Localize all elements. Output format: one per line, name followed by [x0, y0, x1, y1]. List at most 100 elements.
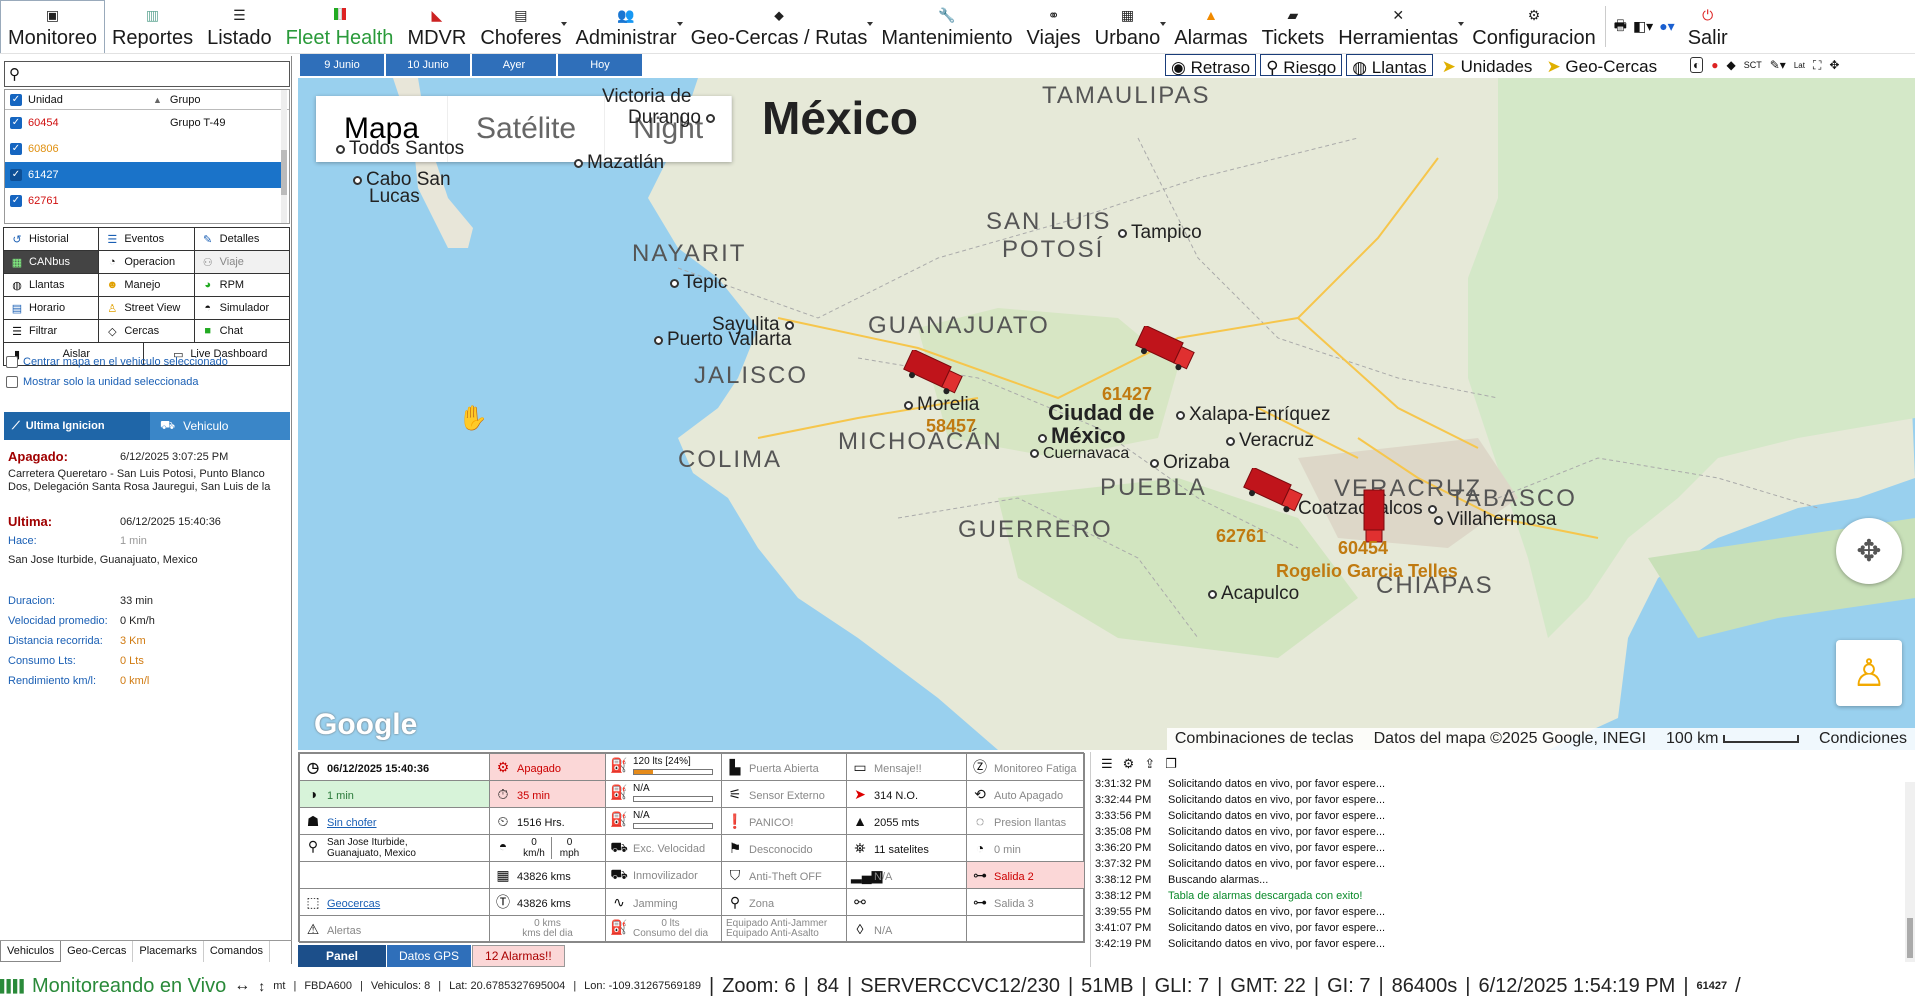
diamond-icon[interactable]: ◆	[1727, 58, 1736, 72]
horario-button[interactable]: ▤ Horario	[3, 296, 100, 320]
nav-choferes[interactable]: ▤ Choferes	[473, 0, 568, 53]
latlon-icon[interactable]: Lat	[1794, 61, 1805, 70]
nav-urbano[interactable]: ▦ Urbano	[1088, 0, 1168, 53]
signal-icon: ▂▄▆	[851, 866, 883, 883]
unit-row[interactable]: ✓ 60454 Grupo T-49	[5, 110, 289, 136]
nav-mdvr[interactable]: ◣ MDVR	[400, 0, 473, 53]
driver-link[interactable]: Sin chofer	[327, 817, 377, 829]
select-all-checkbox[interactable]: ✓	[10, 93, 22, 106]
nav-fleet-health[interactable]: Fleet Health	[279, 0, 401, 53]
terms-link[interactable]: Condiciones	[1819, 730, 1907, 748]
unit-search-input[interactable]: ⚲	[4, 61, 290, 87]
vehicle-label[interactable]: 58457	[926, 416, 976, 437]
unit-table-scrollbar[interactable]	[281, 90, 287, 223]
nav-viajes[interactable]: ⚭ Viajes	[1020, 0, 1088, 53]
map-view[interactable]: Mapa Satélite Night México TAMAULIPAS SA…	[298, 78, 1915, 750]
col-group-header[interactable]: Grupo	[170, 94, 201, 106]
streetview-button[interactable]: ♙ Street View	[98, 296, 195, 320]
center-map-option[interactable]: Centrar mapa en el vehiculo seleccionado	[6, 356, 228, 368]
move-icon[interactable]: ✥	[1829, 58, 1839, 72]
layout-icon[interactable]: ◧▾	[1633, 18, 1653, 35]
detalles-button[interactable]: ✎ Detalles	[193, 227, 290, 251]
help-icon[interactable]: ●▾	[1659, 18, 1674, 35]
tab-alarmas[interactable]: 12 Alarmas!!	[472, 945, 565, 967]
llantas-button[interactable]: ◍ Llantas	[3, 273, 100, 297]
record-icon[interactable]: ●	[1711, 58, 1718, 72]
geofences-link[interactable]: Geocercas	[327, 898, 380, 910]
tab-placemarks[interactable]: Placemarks	[133, 941, 204, 962]
map-pan-control[interactable]: ✥	[1836, 518, 1902, 584]
layer-llantas[interactable]: ◍ Llantas	[1346, 54, 1433, 76]
copy-icon[interactable]: ❐	[1165, 756, 1177, 772]
center-map-checkbox[interactable]	[6, 356, 18, 368]
viaje-button[interactable]: ⚇ Viaje	[193, 250, 290, 274]
street-view-pegman[interactable]: ♙	[1836, 640, 1902, 706]
unit-checkbox[interactable]: ✓	[10, 169, 22, 181]
satellite-icon[interactable]: SCT	[1744, 60, 1762, 70]
nav-mantenimiento[interactable]: 🔧 Mantenimiento	[874, 0, 1019, 53]
nav-alarmas[interactable]: ▲ Alarmas	[1167, 0, 1254, 53]
vehicle-label[interactable]: 62761	[1216, 526, 1266, 547]
nav-salir[interactable]: ⏻ Salir	[1681, 0, 1735, 53]
unit-row[interactable]: ✓ 60806	[5, 136, 289, 162]
truck-marker[interactable]	[898, 350, 968, 400]
unit-checkbox[interactable]: ✓	[10, 195, 22, 207]
vehicle-label[interactable]: 61427	[1102, 384, 1152, 405]
tab-datos-gps[interactable]: Datos GPS	[387, 945, 472, 967]
cercas-button[interactable]: ◇ Cercas	[98, 319, 195, 343]
unit-checkbox[interactable]: ✓	[10, 117, 22, 129]
nav-tickets[interactable]: ▰ Tickets	[1255, 0, 1332, 53]
gear-icon[interactable]: ⚙	[1123, 756, 1135, 772]
export-icon[interactable]: ⇪	[1144, 756, 1155, 772]
tab-geocercas[interactable]: Geo-Cercas	[61, 941, 134, 962]
manejo-button[interactable]: ☻ Manejo	[98, 273, 195, 297]
log-scrollbar[interactable]	[1905, 782, 1915, 962]
nav-reportes[interactable]: ▥ Reportes	[105, 0, 200, 53]
historial-button[interactable]: ↺ Historial	[3, 227, 100, 251]
layer-geocercas[interactable]: ➤ Geo-Cercas	[1541, 54, 1663, 76]
unit-row[interactable]: ✓ 62761	[5, 188, 289, 214]
eventos-button[interactable]: ☰ Eventos	[98, 227, 195, 251]
chat-button[interactable]: ■ Chat	[193, 319, 290, 343]
pen-icon[interactable]: ✎▾	[1770, 58, 1786, 72]
nav-herramientas[interactable]: ✕ Herramientas	[1331, 0, 1465, 53]
col-unit-header[interactable]: Unidad	[28, 94, 153, 106]
vehicle-label[interactable]: 60454	[1338, 538, 1388, 559]
only-selected-checkbox[interactable]	[6, 376, 18, 388]
layer-unidades[interactable]: ➤ Unidades	[1436, 54, 1538, 76]
nav-monitoreo[interactable]: ▣ Monitoreo	[0, 0, 105, 53]
print-icon[interactable]: 🖶	[1614, 15, 1627, 39]
date-tab[interactable]: 10 Junio	[386, 54, 470, 76]
filtrar-button[interactable]: ☰ Filtrar	[3, 319, 100, 343]
unit-checkbox[interactable]: ✓	[10, 143, 22, 155]
truck-marker[interactable]	[1238, 468, 1308, 518]
canbus-button[interactable]: ▦ CANbus	[3, 250, 100, 274]
nav-administrar[interactable]: 👥 Administrar	[568, 0, 683, 53]
date-tab[interactable]: 9 Junio	[300, 54, 384, 76]
contrast-icon[interactable]: ◐	[1690, 57, 1704, 73]
tab-vehiculos[interactable]: Vehiculos	[0, 941, 62, 962]
layer-retraso[interactable]: ◉ Retraso	[1165, 54, 1257, 76]
menu-icon[interactable]: ☰	[1101, 756, 1113, 772]
nav-listado[interactable]: ☰ Listado	[200, 0, 279, 53]
keyboard-shortcuts-link[interactable]: Combinaciones de teclas	[1175, 730, 1354, 748]
date-tab[interactable]: Hoy	[558, 54, 642, 76]
left-bottom-tabs: Vehiculos Geo-Cercas Placemarks Comandos	[0, 940, 292, 962]
tab-panel[interactable]: Panel	[298, 945, 386, 967]
tab-vehiculo[interactable]: ⛟ Vehiculo	[150, 412, 290, 440]
layer-riesgo[interactable]: ⚲ Riesgo	[1260, 54, 1343, 76]
simulador-button[interactable]: ◓ Simulador	[193, 296, 290, 320]
tab-ultima-ignicion[interactable]: ⟋ Ultima Ignicion	[4, 412, 150, 440]
nav-configuracion[interactable]: ⚙ Configuracion	[1465, 0, 1602, 53]
tab-comandos[interactable]: Comandos	[204, 941, 271, 962]
nav-geocercas-rutas[interactable]: ⬥ Geo-Cercas / Rutas	[684, 0, 875, 53]
only-selected-option[interactable]: Mostrar solo la unidad seleccionada	[6, 376, 199, 388]
fullscreen-icon[interactable]: ⛶	[1813, 58, 1821, 73]
unit-row-selected[interactable]: ✓ 61427	[5, 162, 281, 188]
operacion-button[interactable]: ◔ Operacion	[98, 250, 195, 274]
date-tab[interactable]: Ayer	[472, 54, 556, 76]
resize-v-icon[interactable]: ↕	[258, 978, 265, 994]
resize-h-icon[interactable]: ↔	[234, 977, 250, 995]
rpm-button[interactable]: ◕ RPM	[193, 273, 290, 297]
truck-marker[interactable]	[1130, 326, 1200, 376]
